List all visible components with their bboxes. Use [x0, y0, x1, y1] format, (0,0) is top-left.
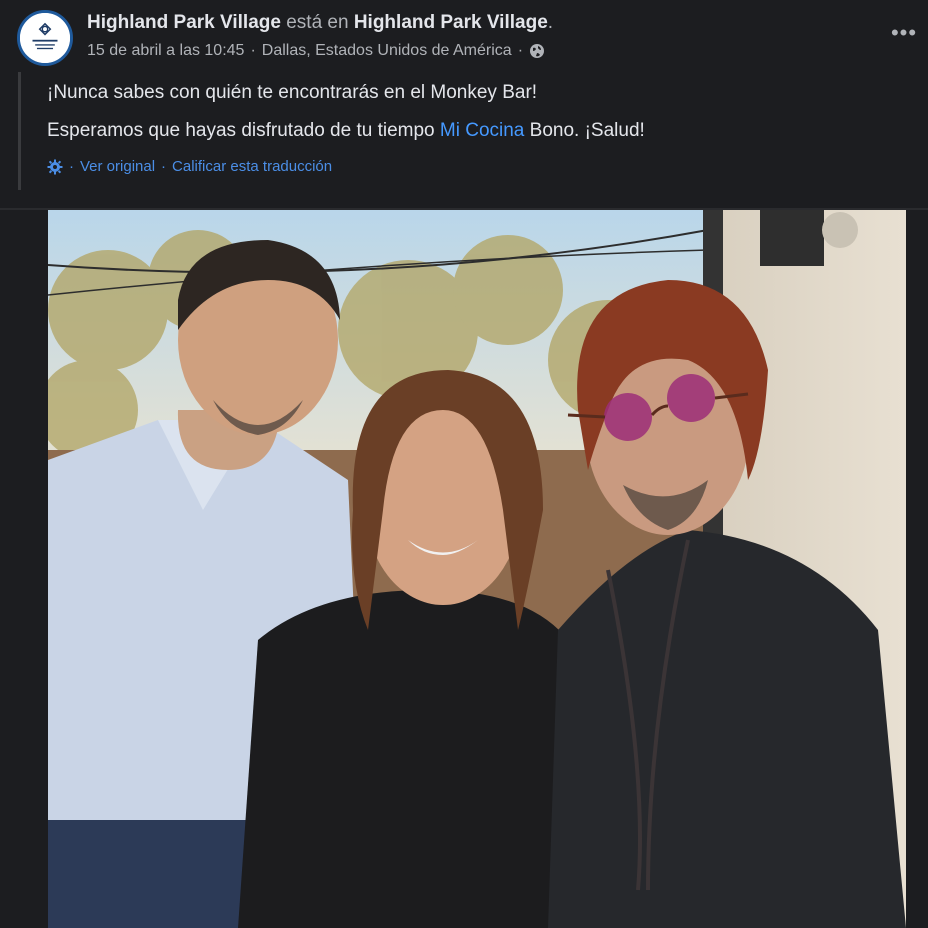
author-name-link[interactable]: Highland Park Village — [87, 12, 281, 33]
more-options-button[interactable]: ••• — [886, 18, 922, 48]
post-text-line-1: ¡Nunca sabes con quién te encontrarás en… — [47, 82, 538, 103]
post-text: ¡Nunca sabes con quién te encontrarás en… — [18, 72, 901, 190]
mention-link[interactable]: Mi Cocina — [440, 120, 524, 141]
post-timestamp[interactable]: 15 de abril a las 10:45 — [87, 42, 244, 60]
post-text-segment: Bono. ¡Salud! — [524, 120, 645, 141]
view-original-link[interactable]: Ver original — [80, 158, 155, 175]
meta-separator: · — [517, 42, 524, 59]
post-place[interactable]: Dallas, Estados Unidos de América — [262, 42, 512, 60]
page-avatar[interactable] — [17, 10, 73, 66]
post-author-line: Highland Park Village está en Highland P… — [87, 12, 553, 34]
status-verb: está en — [286, 12, 349, 33]
rate-translation-link[interactable]: Calificar esta traducción — [172, 158, 332, 175]
translation-separator: · — [161, 158, 167, 175]
location-link[interactable]: Highland Park Village — [354, 12, 548, 33]
globe-icon[interactable] — [529, 43, 545, 59]
photo-illustration — [48, 210, 906, 928]
post-text-segment: Esperamos que hayas disfrutado de tu tie… — [47, 120, 440, 141]
header-period: . — [547, 12, 554, 33]
post-text-line-2: Esperamos que hayas disfrutado de tu tie… — [47, 120, 645, 142]
translation-separator: · — [69, 158, 74, 175]
logo-icon — [20, 13, 70, 63]
post-photo[interactable] — [48, 210, 906, 928]
post-header: Highland Park Village está en Highland P… — [0, 0, 928, 70]
translation-row: · Ver original · Calificar esta traducci… — [47, 158, 332, 175]
meta-separator: · — [250, 42, 256, 59]
post-meta: 15 de abril a las 10:45 · Dallas, Estado… — [87, 42, 545, 60]
gear-icon — [47, 159, 63, 174]
